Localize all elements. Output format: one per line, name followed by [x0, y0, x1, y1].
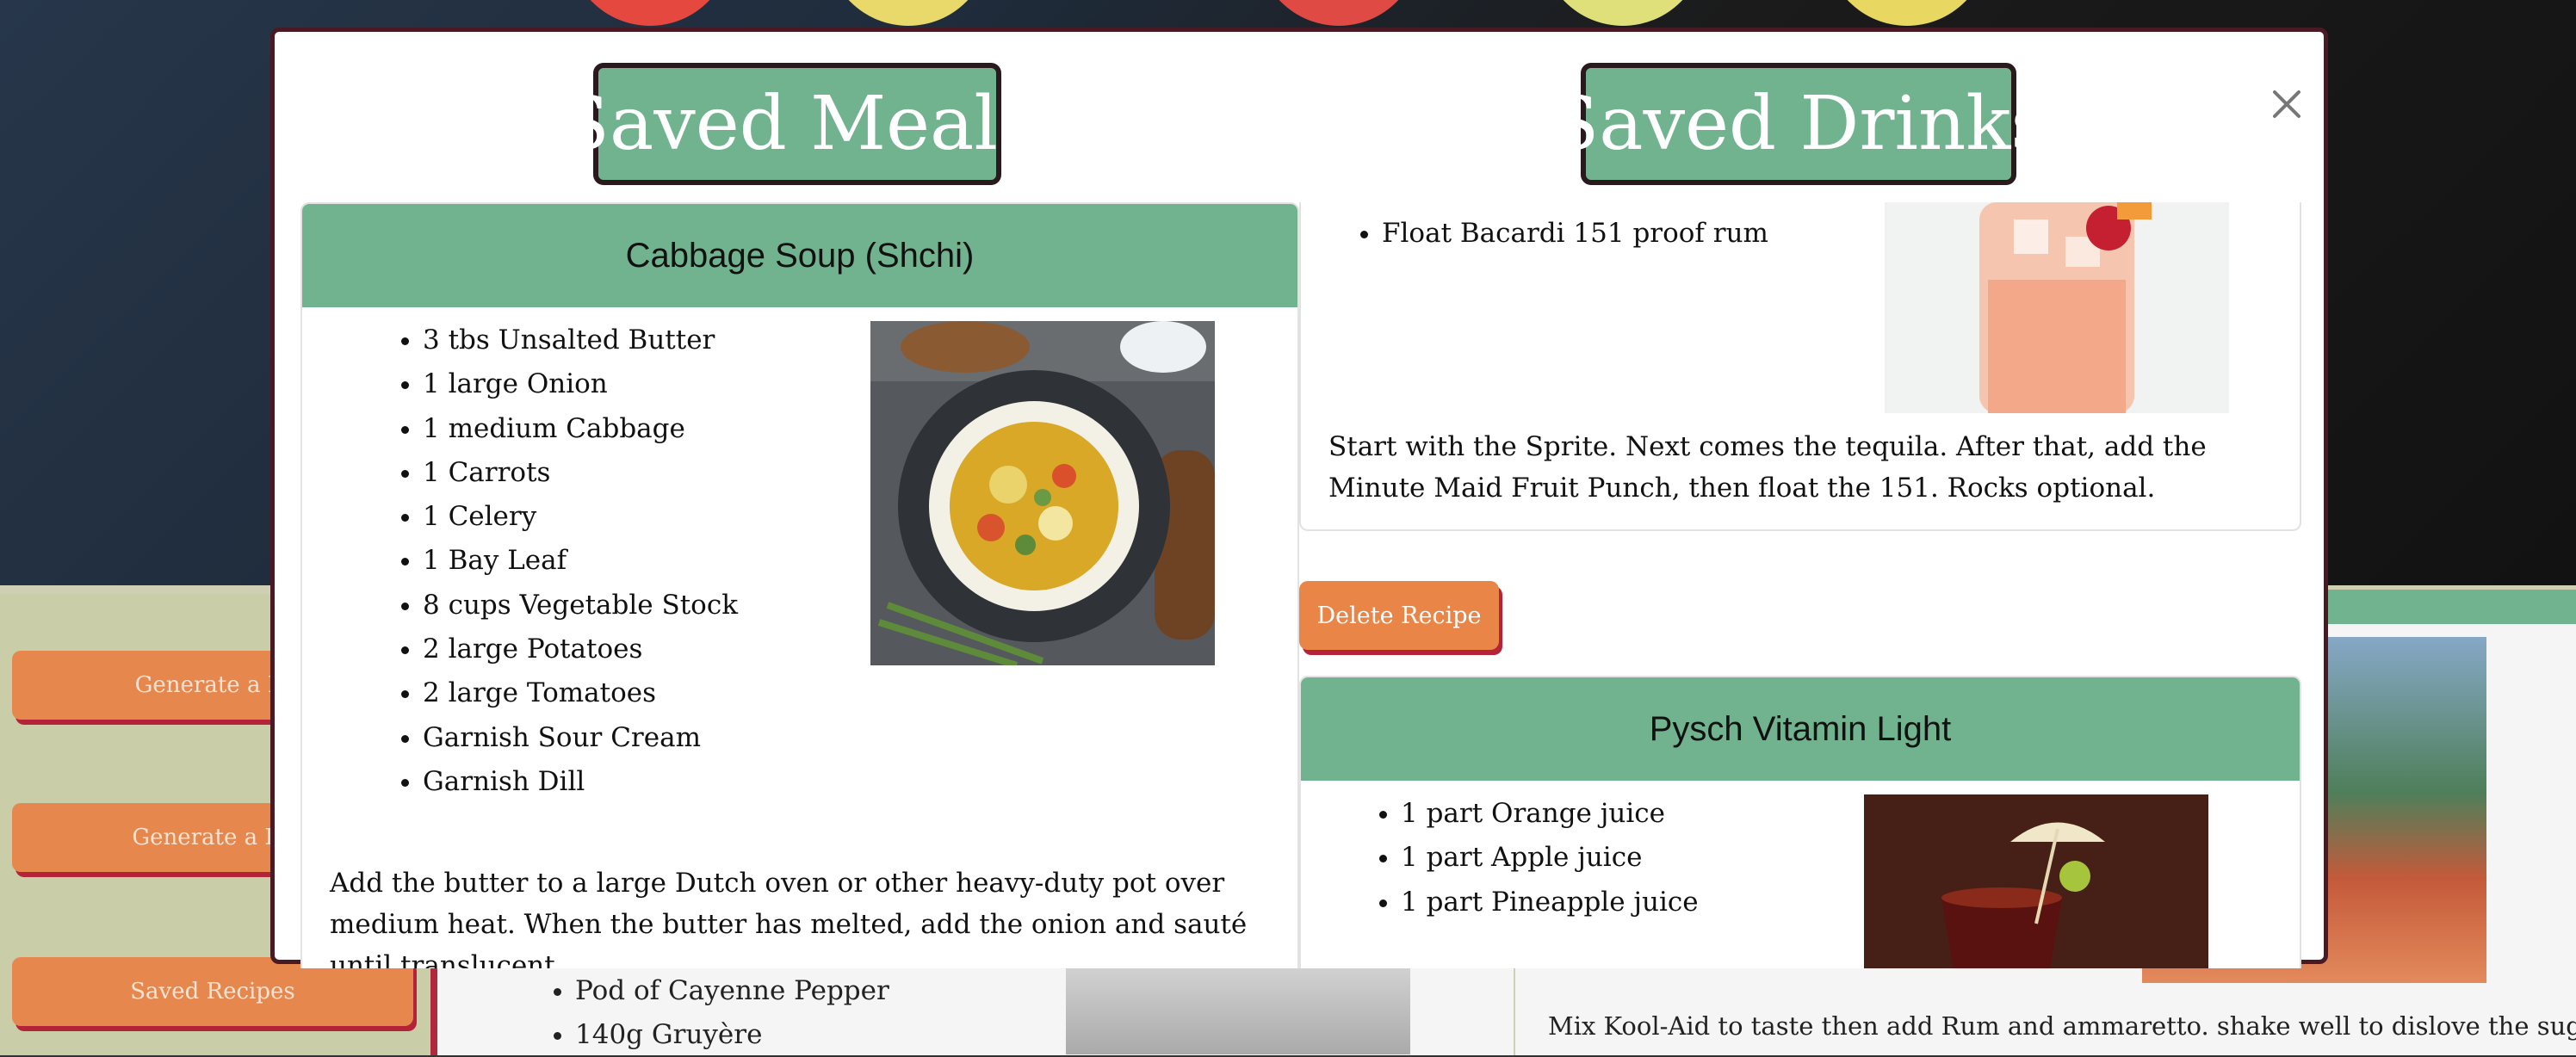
list-item: 1 part Pineapple juice — [1401, 881, 1699, 924]
drink-ingredients-list: 1 part Orange juice 1 part Apple juice 1… — [1401, 792, 1699, 924]
lime-image — [1541, 0, 1705, 26]
list-item: Garnish Dill — [423, 760, 738, 804]
list-item: 1 Celery — [423, 495, 738, 539]
saved-drinks-list[interactable]: Float Bacardi 151 proof rum Start with t… — [1299, 202, 2302, 968]
meal-card-title: Cabbage Soup (Shchi) — [302, 204, 1297, 307]
meal-ingredients-list: 3 tbs Unsalted Butter 1 large Onion 1 me… — [423, 318, 738, 804]
list-item: Garnish Sour Cream — [423, 716, 738, 760]
drink-card-title: Pysch Vitamin Light — [1301, 677, 2300, 781]
delete-recipe-button[interactable]: Delete Recipe — [1299, 581, 1499, 650]
background-meal-ingredients: Pod of Cayenne Pepper 140g Gruyère — [542, 969, 889, 1057]
list-item: 1 Bay Leaf — [423, 539, 738, 583]
grapefruit-image — [1257, 0, 1421, 26]
drink-instructions: Start with the Sprite. Next comes the te… — [1328, 431, 2207, 504]
close-icon — [2273, 90, 2300, 118]
list-item: Float Bacardi 151 proof rum — [1382, 212, 1768, 256]
saved-meals-heading: Saved Meals — [559, 63, 1036, 185]
drink-ingredients-list: Float Bacardi 151 proof rum — [1382, 212, 1768, 256]
drink-image — [1885, 202, 2229, 413]
list-item: 2 large Tomatoes — [423, 671, 738, 715]
drink-card: Float Bacardi 151 proof rum Start with t… — [1299, 202, 2301, 531]
drink-card: Pysch Vitamin Light 1 part Orange juice … — [1299, 676, 2301, 968]
background-drink-instructions: Mix Kool-Aid to taste then add Rum and a… — [1548, 1011, 2576, 1041]
saved-recipes-modal: Saved Meals Saved Drinks Cabbage Soup (S… — [270, 28, 2328, 968]
list-item: 1 medium Cabbage — [423, 407, 738, 451]
list-item: 1 large Onion — [423, 362, 738, 406]
saved-drinks-heading: Saved Drinks — [1548, 63, 2049, 185]
list-item: 140g Gruyère — [575, 1013, 889, 1057]
close-button[interactable] — [2266, 83, 2307, 125]
drink-image — [1864, 794, 2208, 968]
lemon-image — [1825, 0, 1989, 26]
saved-meals-list[interactable]: Cabbage Soup (Shchi) 3 tbs Unsalted Butt… — [300, 202, 1299, 968]
list-item: 2 large Potatoes — [423, 627, 738, 671]
meal-instructions: Add the butter to a large Dutch oven or … — [330, 868, 1248, 968]
list-item: 8 cups Vegetable Stock — [423, 584, 738, 627]
list-item: Pod of Cayenne Pepper — [575, 969, 889, 1013]
grapefruit-image — [568, 0, 732, 26]
meal-card: Cabbage Soup (Shchi) 3 tbs Unsalted Butt… — [300, 202, 1299, 968]
list-item: 1 Carrots — [423, 451, 738, 495]
list-item: 1 part Apple juice — [1401, 836, 1699, 880]
lemon-image — [827, 0, 990, 26]
list-item: 1 part Orange juice — [1401, 792, 1699, 836]
meal-image — [870, 321, 1215, 665]
list-item: 3 tbs Unsalted Butter — [423, 318, 738, 362]
